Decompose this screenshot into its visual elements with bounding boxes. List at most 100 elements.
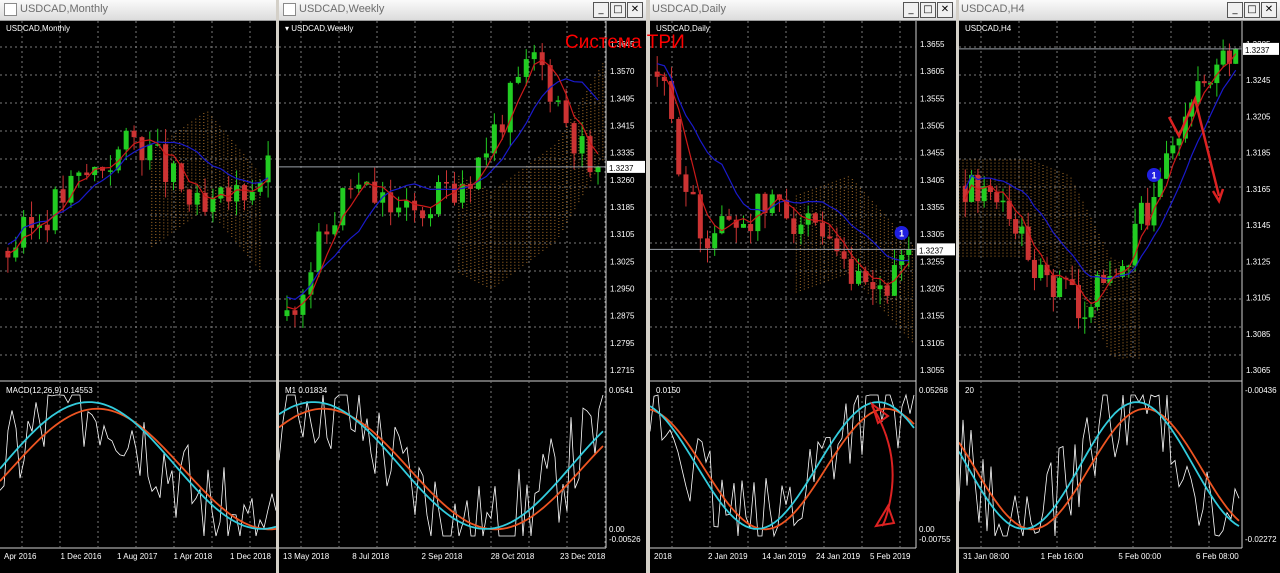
candle-body <box>324 231 330 235</box>
price-tick-label: 1.2795 <box>610 339 635 348</box>
current-price-label: 1.3237 <box>609 164 634 173</box>
candle-body <box>210 198 216 212</box>
close-button[interactable]: ✕ <box>937 2 953 18</box>
window-title: USDCAD,Weekly <box>299 3 385 15</box>
candle-body <box>483 153 489 158</box>
candle-body <box>292 310 298 315</box>
candle-body <box>1088 306 1094 318</box>
oscillator-tick-label: 0.0541 <box>609 386 634 395</box>
chart-window-weekly[interactable]: USDCAD,Weekly _ □ ✕ 1.3237 ▾ USDCAD,Weekl… <box>279 0 646 573</box>
candle-body <box>676 118 682 175</box>
maximize-button[interactable]: □ <box>610 2 626 18</box>
price-tick-label: 1.2875 <box>610 312 635 321</box>
price-tick-label: 1.3255 <box>920 257 945 266</box>
candle-body <box>848 258 854 284</box>
chart-window-monthly[interactable]: USDCAD,Monthly USDCAD,Monthly MACD(12,26,… <box>0 0 276 573</box>
close-button[interactable]: ✕ <box>1261 2 1277 18</box>
candle-body <box>1057 277 1063 298</box>
chart-area[interactable]: 1.3237 1 USDCAD,Daily 1.3655 1.3605 1.3555 1.3… <box>650 21 956 573</box>
price-tick-label: 1.3405 <box>920 176 945 185</box>
candle-body <box>356 184 362 189</box>
candle-body <box>21 217 27 248</box>
candle-body <box>218 187 224 199</box>
price-tick-label: 1.3605 <box>920 67 945 76</box>
candle-body <box>870 282 876 290</box>
price-tick-label: 1.3495 <box>610 94 635 103</box>
chart-area[interactable]: 1.3237 ▾ USDCAD,Weekly 1.3645 1.3570 1.3495 1… <box>279 21 646 573</box>
minimize-button[interactable]: _ <box>903 2 919 18</box>
chart-area[interactable]: USDCAD,Monthly MACD(12,26,9) 0.14553 Apr 2… <box>0 21 276 573</box>
price-tick-label: 1.3055 <box>920 366 945 375</box>
chart-background <box>279 21 646 573</box>
candle-body <box>194 192 200 205</box>
price-tick-label: 1.3335 <box>610 149 635 158</box>
oscillator-label: MACD(12,26,9) 0.14553 <box>6 386 93 395</box>
chart-area[interactable]: 1.3237 1 USDCAD,H4 1.3285 1.3245 1.3205 1.3185… <box>959 21 1280 573</box>
window-titlebar[interactable]: USDCAD,H4 _ □ ✕ <box>959 0 1280 21</box>
close-button[interactable]: ✕ <box>627 2 643 18</box>
price-tick-label: 1.3415 <box>610 122 635 131</box>
chart-window-h4[interactable]: USDCAD,H4 _ □ ✕ 1.3237 1 USDCAD,H4 1.3285 1.… <box>959 0 1280 573</box>
monthly-chart[interactable]: USDCAD,Monthly MACD(12,26,9) 0.14553 Apr 2… <box>0 21 276 573</box>
daily-chart[interactable]: 1.32371USDCAD,Daily1.36551.36051.35551.3… <box>650 21 956 573</box>
time-tick-label: 2018 <box>654 552 672 561</box>
candle-body <box>579 136 585 154</box>
candle-body <box>1019 226 1025 234</box>
candle-body <box>443 181 449 184</box>
oscillator-tick-label: -0.00436 <box>1245 386 1277 395</box>
price-tick-label: 1.3455 <box>920 149 945 158</box>
minimize-button[interactable]: _ <box>593 2 609 18</box>
candle-body <box>1220 50 1226 65</box>
weekly-chart[interactable]: 1.3237▾ USDCAD,Weekly1.36451.35701.34951… <box>279 21 646 573</box>
system-title-annotation: Система ТРИ <box>565 32 685 53</box>
price-tick-label: 1.3165 <box>1246 185 1271 194</box>
candle-body <box>412 200 418 211</box>
maximize-button[interactable]: □ <box>1244 2 1260 18</box>
time-tick-label: 1 Dec 2016 <box>61 552 102 561</box>
window-titlebar[interactable]: USDCAD,Weekly _ □ ✕ <box>279 0 646 21</box>
time-tick-label: 5 Feb 2019 <box>870 552 911 561</box>
candle-body <box>994 191 1000 203</box>
price-tick-label: 1.3205 <box>1246 112 1271 121</box>
time-tick-label: 14 Jan 2019 <box>762 552 807 561</box>
candle-body <box>712 233 718 249</box>
price-tick-label: 1.3105 <box>610 230 635 239</box>
price-tick-label: 1.3355 <box>920 203 945 212</box>
candle-body <box>241 185 247 201</box>
candle-body <box>740 223 746 228</box>
price-tick-label: 1.3185 <box>610 203 635 212</box>
chart-window-icon <box>4 3 17 16</box>
maximize-button[interactable]: □ <box>920 2 936 18</box>
price-tick-label: 1.2950 <box>610 285 635 294</box>
candle-body <box>1138 202 1144 224</box>
oscillator-tick-label: 0.00 <box>609 525 625 534</box>
price-tick-label: 1.3155 <box>920 312 945 321</box>
candle-body <box>1082 317 1088 319</box>
candle-body <box>563 100 569 124</box>
candle-body <box>163 144 169 183</box>
wave-marker-label: 1 <box>1151 170 1156 180</box>
candle-body <box>249 191 255 201</box>
chart-symbol-label: USDCAD,H4 <box>965 24 1012 33</box>
time-tick-label: 5 Feb 00:00 <box>1118 552 1161 561</box>
oscillator-label: M1 0.01834 <box>285 386 328 395</box>
oscillator-label: 20 <box>965 386 974 395</box>
chart-window-daily[interactable]: USDCAD,Daily _ □ ✕ 1.3237 1 USDCAD,Daily 1.… <box>650 0 956 573</box>
candle-body <box>420 210 426 219</box>
minimize-button[interactable]: _ <box>1227 2 1243 18</box>
h4-chart[interactable]: 1.32371USDCAD,H41.32851.32451.32051.3185… <box>959 21 1280 573</box>
price-tick-label: 1.2715 <box>610 366 635 375</box>
candle-body <box>820 222 826 237</box>
candle-body <box>877 285 883 290</box>
window-titlebar[interactable]: USDCAD,Monthly <box>0 0 276 21</box>
time-tick-label: 2 Sep 2018 <box>422 552 463 561</box>
candle-body <box>348 188 354 190</box>
candle-body <box>186 189 192 205</box>
candle-body <box>531 52 537 60</box>
candle-body <box>705 238 711 249</box>
candle-body <box>316 231 322 273</box>
time-tick-label: 23 Dec 2018 <box>560 552 606 561</box>
candle-body <box>1000 200 1006 203</box>
window-titlebar[interactable]: USDCAD,Daily _ □ ✕ <box>650 0 956 21</box>
oscillator-tick-label: 0.05268 <box>919 386 948 395</box>
